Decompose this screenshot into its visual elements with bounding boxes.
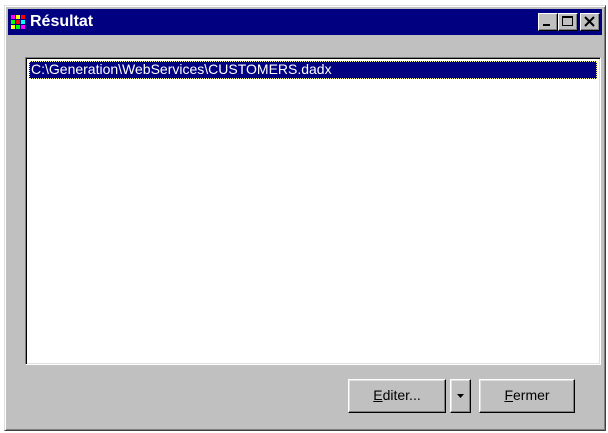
edit-button-label: diter... xyxy=(382,387,421,403)
result-dialog: Résultat C:\Generation\WebServices\CUSTO… xyxy=(4,5,606,431)
maximize-icon xyxy=(562,16,573,26)
edit-dropdown-button[interactable] xyxy=(450,379,471,413)
window-title: Résultat xyxy=(30,13,94,30)
edit-button[interactable]: Editer... xyxy=(348,379,446,413)
close-icon xyxy=(584,16,595,27)
maximize-button[interactable] xyxy=(558,13,578,31)
minimize-button[interactable] xyxy=(538,13,558,31)
minimize-icon xyxy=(543,24,550,26)
close-window-button[interactable] xyxy=(580,13,600,31)
app-grid-icon xyxy=(11,15,27,29)
close-button-label: ermer xyxy=(513,387,550,403)
close-button[interactable]: Fermer xyxy=(479,379,575,413)
edit-button-mnemonic: E xyxy=(373,387,383,403)
title-bar[interactable]: Résultat xyxy=(8,9,602,35)
list-item[interactable]: C:\Generation\WebServices\CUSTOMERS.dadx xyxy=(29,61,597,79)
results-list[interactable]: C:\Generation\WebServices\CUSTOMERS.dadx xyxy=(25,57,601,365)
close-button-mnemonic: F xyxy=(504,387,513,403)
chevron-down-icon xyxy=(457,394,464,398)
